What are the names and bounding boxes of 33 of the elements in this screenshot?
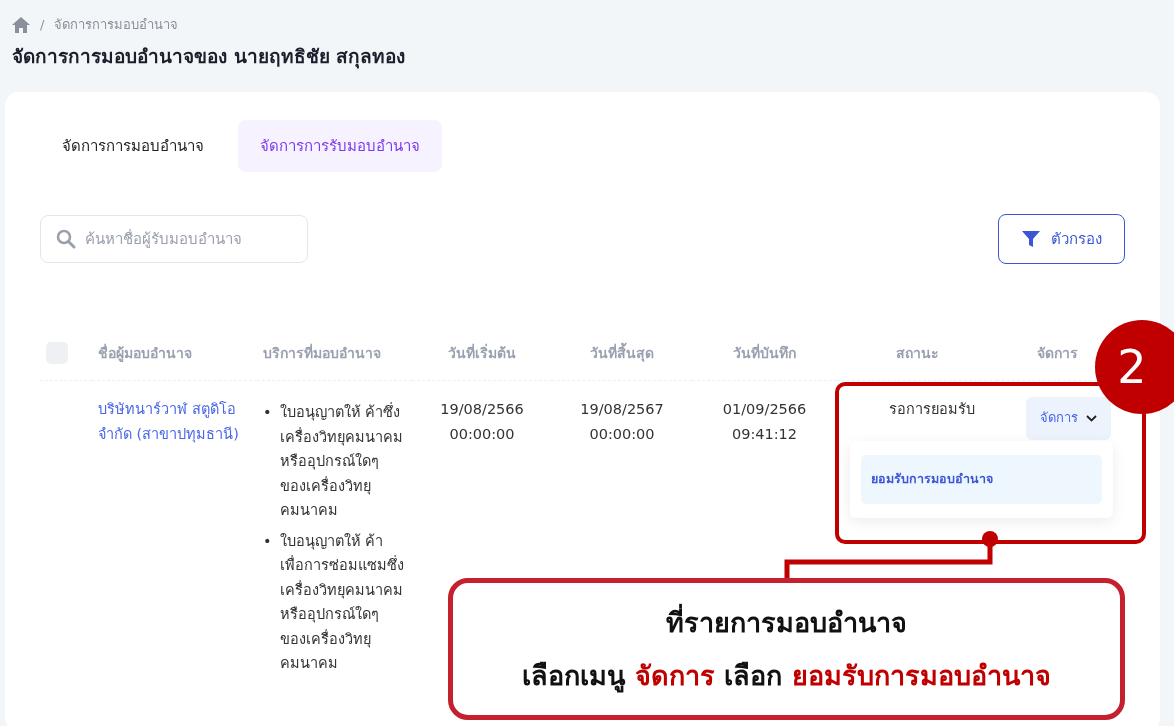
search-field[interactable]: ค้นหาชื่อผู้รับมอบอำนาจ <box>40 215 308 263</box>
table-cell-text: 19/08/2566 <box>439 400 525 419</box>
column-header: วันที่บันทึก <box>733 345 796 361</box>
page-title: จัดการการมอบอำนาจของ นายฤทธิชัย สกุลทอง <box>12 44 407 71</box>
table-cell-text: 19/08/2567 <box>579 400 665 419</box>
service-item: ใบอนุญาตให้ ค้าซึ่งเครื่องวิทยุคมนาคม หรืออุปกรณ์ใดๆ ของเครื่องวิทยุคมนาคม <box>279 401 404 520</box>
table-cell-text: 00:00:00 <box>448 424 516 444</box>
tab[interactable]: จัดการการรับมอบอำนาจ <box>238 120 442 172</box>
column-header: บริการที่มอบอำนาจ <box>263 345 381 361</box>
bullet: • <box>263 531 272 551</box>
grantor-link[interactable]: บริษัทนาร์วาฬ สตูดิโอ จำกัด (สาขาปทุมธานี) <box>98 397 251 446</box>
column-header: วันที่เริ่มต้น <box>448 345 516 361</box>
column-header: ชื่อผู้มอบอำนาจ <box>98 345 192 361</box>
tab[interactable]: จัดการการมอบอำนาจ <box>40 120 226 172</box>
chevron-icon <box>1086 414 1097 422</box>
callout-text: เลือกเมนู จัดการ เลือก ยอมรับการมอบอำนาจ <box>522 659 1051 695</box>
column-header: สถานะ <box>895 345 939 361</box>
breadcrumb-separator: / <box>40 17 45 32</box>
callout-text: ที่รายการมอบอำนาจ <box>666 601 907 644</box>
table-cell-text: 09:41:12 <box>730 424 799 444</box>
table-cell-text: 00:00:00 <box>588 424 656 444</box>
bullet: • <box>263 403 272 422</box>
status-text: รอการยอมรับ <box>889 400 975 419</box>
menu-item[interactable]: ยอมรับการมอบอำนาจ <box>861 455 1102 504</box>
home-icon[interactable] <box>12 16 30 33</box>
filter-button[interactable]: ตัวกรอง <box>998 214 1125 264</box>
breadcrumb-item[interactable]: จัดการการมอบอำนาจ <box>54 14 179 35</box>
search-icon <box>56 229 76 249</box>
table-cell-text: 01/09/2566 <box>721 400 808 419</box>
column-header: จัดการ <box>1036 345 1078 361</box>
manage-dropdown[interactable]: จัดการ <box>1026 397 1111 440</box>
filter-icon <box>1021 229 1041 249</box>
service-item: ใบอนุญาตให้ ค้าเพื่อการซ่อมแซมซึ่งเครื่องวิทยุคมนาคม หรืออุปกรณ์ใดๆ ของเครื่องวิทยุคมนาคม <box>279 531 405 673</box>
